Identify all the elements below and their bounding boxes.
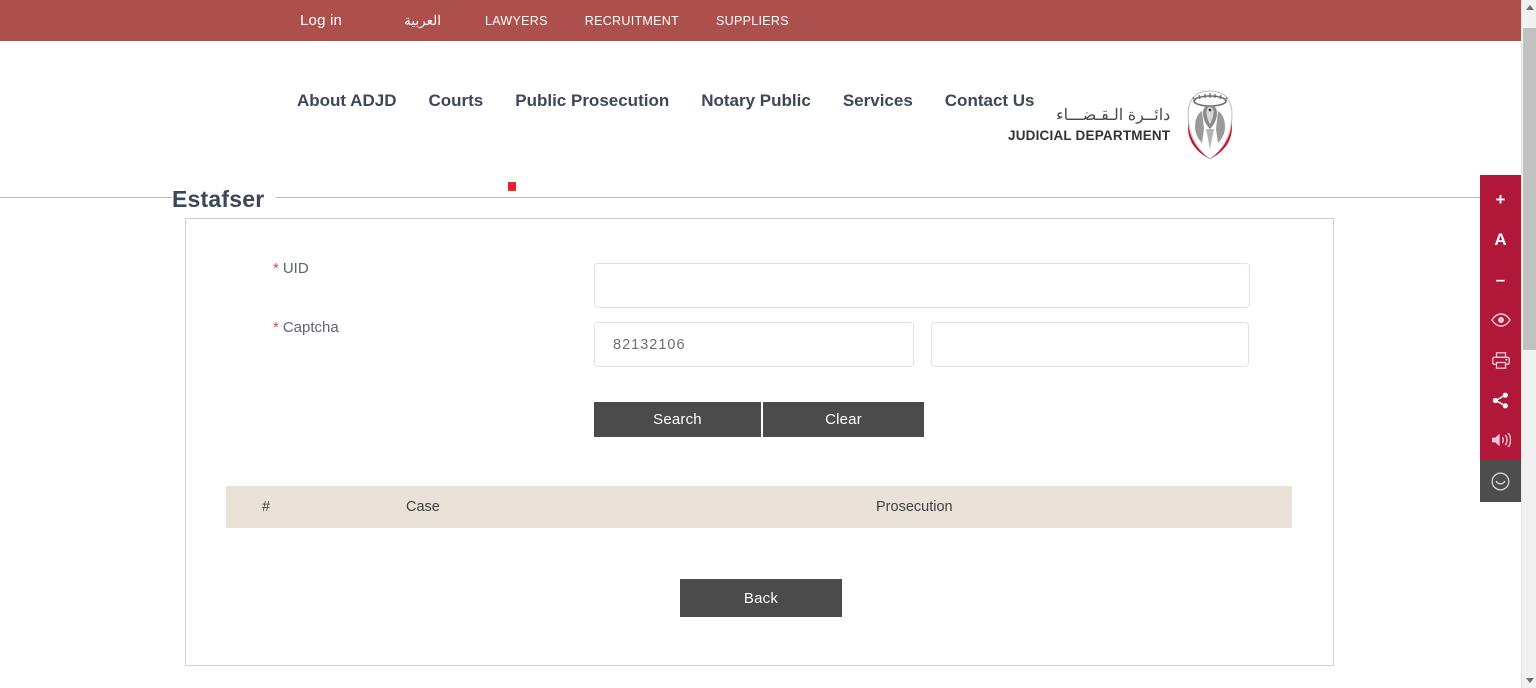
lawyers-link[interactable]: LAWYERS — [485, 14, 548, 28]
captcha-input[interactable] — [931, 322, 1249, 367]
nav-item-services[interactable]: Services — [843, 91, 913, 111]
uid-field-row: * UID — [273, 260, 309, 277]
page-title: Estafser — [172, 186, 277, 213]
print-icon — [1491, 351, 1510, 369]
chevron-up-icon — [1525, 5, 1534, 10]
uid-label-text: UID — [282, 260, 309, 277]
main-navigation: About ADJD Courts Public Prosecution Not… — [297, 91, 1035, 111]
nav-item-courts[interactable]: Courts — [428, 91, 483, 111]
nav-item-about-adjd[interactable]: About ADJD — [297, 91, 396, 111]
column-header-prosecution: Prosecution — [876, 486, 1292, 528]
login-link[interactable]: Log in — [300, 12, 342, 29]
captcha-required-asterisk: * — [273, 319, 279, 336]
share-icon — [1492, 392, 1508, 408]
scroll-down-arrow[interactable] — [1522, 673, 1536, 688]
page-root: Log in العربية LAWYERS RECRUITMENT SUPPL… — [0, 0, 1536, 688]
captcha-label-text: Captcha — [282, 319, 339, 336]
uid-required-asterisk: * — [273, 260, 279, 277]
uid-input[interactable] — [594, 263, 1250, 308]
nav-item-public-prosecution[interactable]: Public Prosecution — [515, 91, 669, 111]
clear-button[interactable]: Clear — [763, 402, 924, 437]
chevron-down-icon — [1525, 678, 1534, 683]
captcha-label: * Captcha — [273, 319, 339, 336]
captcha-code-display: 82132106 — [594, 322, 914, 367]
uid-label: * UID — [273, 260, 309, 277]
smiley-icon — [1491, 472, 1510, 490]
increase-text-size-button[interactable]: + — [1480, 180, 1521, 220]
reset-text-size-button[interactable]: A — [1480, 220, 1521, 260]
logo-text: دائــرة الـقـضـــاء JUDICIAL DEPARTMENT — [1008, 105, 1182, 145]
plus-icon: + — [1495, 190, 1506, 209]
back-button[interactable]: Back — [680, 579, 842, 617]
speaker-icon — [1491, 432, 1511, 448]
site-header: About ADJD Courts Public Prosecution Not… — [0, 41, 1521, 172]
minus-icon: – — [1495, 270, 1506, 289]
logo-arabic-text: دائــرة الـقـضـــاء — [1056, 107, 1171, 124]
logo-english-text: JUDICIAL DEPARTMENT — [1008, 128, 1171, 143]
accessibility-toolbar: + A – — [1480, 175, 1521, 502]
results-table-header: # Case Prosecution — [226, 486, 1292, 528]
print-button[interactable] — [1480, 340, 1521, 380]
share-button[interactable] — [1480, 380, 1521, 420]
top-utility-links: Log in العربية LAWYERS RECRUITMENT SUPPL… — [300, 12, 826, 29]
read-aloud-button[interactable] — [1480, 420, 1521, 460]
estafser-form-panel: * UID * Captcha 82132106 Search Clear # Ca… — [185, 218, 1334, 666]
table-header-row: # Case Prosecution — [226, 486, 1292, 528]
eye-icon — [1490, 313, 1511, 327]
red-marker-indicator — [508, 182, 516, 191]
search-button[interactable]: Search — [594, 402, 761, 437]
feedback-button[interactable] — [1480, 460, 1521, 502]
column-header-number: # — [226, 486, 406, 528]
scroll-up-arrow[interactable] — [1522, 0, 1536, 15]
decrease-text-size-button[interactable]: – — [1480, 260, 1521, 300]
recruitment-link[interactable]: RECRUITMENT — [585, 14, 679, 28]
browser-scrollbar[interactable] — [1521, 0, 1536, 688]
letter-a-icon: A — [1494, 230, 1507, 249]
nav-item-notary-public[interactable]: Notary Public — [701, 91, 811, 111]
results-table: # Case Prosecution — [226, 486, 1292, 528]
falcon-emblem-icon — [1187, 90, 1233, 160]
top-utility-bar: Log in العربية LAWYERS RECRUITMENT SUPPL… — [0, 0, 1521, 41]
suppliers-link[interactable]: SUPPLIERS — [716, 14, 789, 28]
site-logo[interactable]: دائــرة الـقـضـــاء JUDICIAL DEPARTMENT — [1008, 89, 1238, 161]
column-header-case: Case — [406, 486, 876, 528]
contrast-toggle-button[interactable] — [1480, 300, 1521, 340]
captcha-field-row: * Captcha — [273, 319, 339, 336]
scrollbar-thumb[interactable] — [1523, 28, 1536, 350]
arabic-language-link[interactable]: العربية — [404, 13, 441, 29]
